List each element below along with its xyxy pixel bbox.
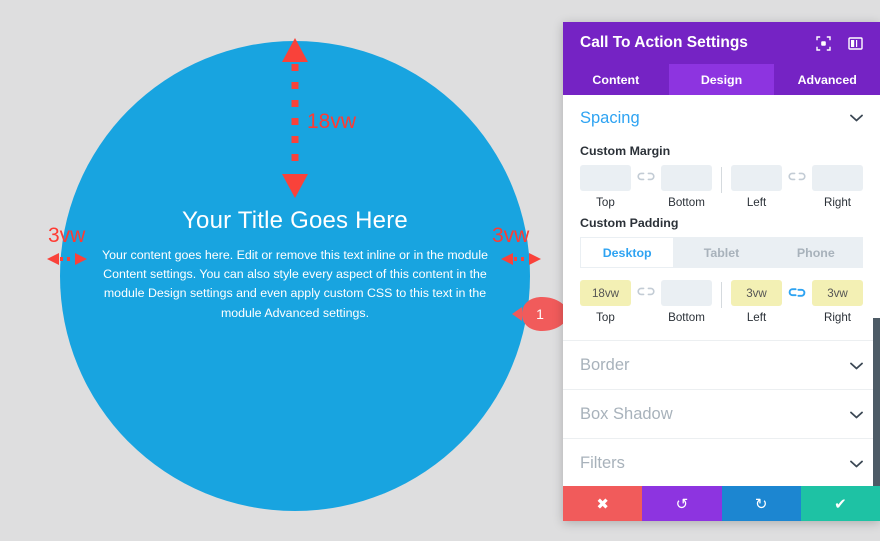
cancel-button[interactable]: ✖ [563,486,643,521]
focus-target-icon[interactable] [812,32,834,54]
right-padding-annotation-label: 3vw [492,224,530,247]
cta-body-text[interactable]: Your content goes here. Edit or remove t… [85,246,505,323]
margin-left-right-link-icon[interactable] [782,165,812,182]
left-padding-arrow-icon [47,253,87,265]
custom-margin-group: Custom Margin Top Bottom Left Right [563,144,880,209]
custom-padding-fields: Top Bottom [580,280,863,324]
padding-top-cell: Top [580,280,631,324]
margin-left-caption: Left [746,196,767,209]
padding-right-cell: Right [812,280,863,324]
settings-panel: Call To Action Settings Content Design A… [563,22,880,521]
tab-advanced[interactable]: Advanced [774,64,880,95]
margin-left-cell: Left [731,165,782,209]
right-padding-arrow-icon [501,253,541,265]
margin-right-caption: Right [823,196,852,209]
panel-scroll-area: Spacing Custom Margin Top Bottom Left Ri… [563,95,880,486]
device-desktop-button[interactable]: Desktop [580,237,675,268]
margin-divider [721,167,722,193]
device-phone-button[interactable]: Phone [768,237,863,268]
tab-content[interactable]: Content [563,64,669,95]
close-icon: ✖ [596,495,609,513]
undo-icon: ↺ [675,495,689,513]
margin-right-input[interactable] [812,165,863,191]
accordion-border[interactable]: Border [563,341,880,390]
save-button[interactable]: ✔ [800,486,880,521]
callout-marker-1: 1 [512,295,570,333]
padding-left-input[interactable] [731,280,782,306]
spacing-section-title: Spacing [580,109,640,127]
padding-right-caption: Right [823,311,852,324]
custom-margin-fields: Top Bottom Left Right [580,165,863,209]
accordion-box-shadow-label: Box Shadow [580,404,673,423]
custom-padding-group: Custom Padding Desktop Tablet Phone Top [563,216,880,324]
margin-right-cell: Right [812,165,863,209]
panel-layout-icon[interactable] [844,32,866,54]
custom-margin-label: Custom Margin [580,144,671,158]
custom-padding-label: Custom Padding [580,216,679,230]
redo-icon: ↻ [754,495,768,513]
margin-top-caption: Top [596,196,615,209]
panel-tabs: Content Design Advanced [563,64,880,95]
panel-title: Call To Action Settings [580,34,748,51]
padding-right-input[interactable] [812,280,863,306]
left-padding-annotation-label: 3vw [48,224,86,247]
padding-left-caption: Left [746,311,767,324]
chevron-down-icon[interactable] [850,408,863,421]
callout-number: 1 [536,306,544,322]
design-accordion-list: Border Box Shadow Filters [563,340,880,486]
undo-button[interactable]: ↺ [642,486,722,521]
margin-top-bottom-link-icon[interactable] [631,165,661,182]
device-toggle: Desktop Tablet Phone [580,237,863,268]
padding-top-bottom-link-icon[interactable] [631,280,661,297]
chevron-down-icon[interactable] [850,457,863,470]
spacing-section-header[interactable]: Spacing [563,95,880,137]
margin-bottom-caption: Bottom [668,196,705,209]
chevron-down-icon[interactable] [850,359,863,372]
padding-bottom-cell: Bottom [661,280,712,324]
margin-bottom-input[interactable] [661,165,712,191]
margin-bottom-cell: Bottom [661,165,712,209]
padding-top-caption: Top [596,311,615,324]
accordion-filters[interactable]: Filters [563,439,880,486]
tab-design[interactable]: Design [668,64,775,95]
top-padding-annotation-label: 18vw [307,110,357,133]
margin-top-input[interactable] [580,165,631,191]
panel-footer: ✖ ↺ ↻ ✔ [563,486,880,521]
padding-divider [721,282,722,308]
margin-left-input[interactable] [731,165,782,191]
cta-title[interactable]: Your Title Goes Here [182,207,408,235]
chevron-up-icon[interactable] [850,112,863,125]
padding-bottom-caption: Bottom [668,311,705,324]
margin-top-cell: Top [580,165,631,209]
padding-left-cell: Left [731,280,782,324]
padding-left-right-link-icon[interactable] [782,280,812,299]
redo-button[interactable]: ↻ [721,486,801,521]
panel-body: Spacing Custom Margin Top Bottom Left Ri… [563,95,880,486]
padding-top-input[interactable] [580,280,631,306]
accordion-border-label: Border [580,355,630,374]
accordion-filters-label: Filters [580,453,625,472]
panel-header: Call To Action Settings [563,22,880,64]
check-icon: ✔ [834,495,847,513]
accordion-box-shadow[interactable]: Box Shadow [563,390,880,439]
device-tablet-button[interactable]: Tablet [674,237,769,268]
panel-scrollbar[interactable] [873,318,880,486]
padding-bottom-input[interactable] [661,280,712,306]
